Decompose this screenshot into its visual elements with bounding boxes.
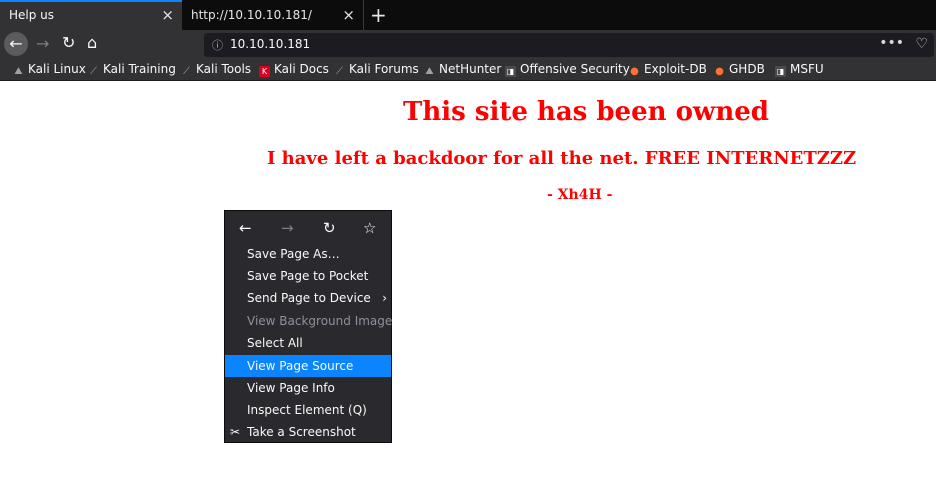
- msfu-icon: ◨: [775, 66, 786, 77]
- menu-item-label: View Page Info: [247, 381, 335, 395]
- bookmark-label: Exploit-DB: [644, 62, 707, 76]
- menu-item-inspect-element[interactable]: Inspect Element (Q): [225, 399, 391, 421]
- url-bar[interactable]: ⓘ 10.10.10.181 ••• ♡: [204, 33, 934, 57]
- bookmark-label: Offensive Security: [520, 62, 630, 76]
- offsec-icon: ◨: [505, 66, 516, 77]
- nethunter-icon: ⛰: [425, 66, 434, 77]
- exploitdb-icon: ●: [630, 66, 639, 77]
- kali-docs-icon: K: [259, 66, 270, 77]
- menu-item-save-to-pocket[interactable]: Save Page to Pocket: [225, 265, 391, 287]
- bookmark-label: Kali Linux: [28, 62, 86, 76]
- menu-item-save-page-as[interactable]: Save Page As…: [225, 243, 391, 265]
- menu-item-send-to-device[interactable]: Send Page to Device ›: [225, 287, 391, 309]
- close-icon[interactable]: ×: [161, 6, 174, 24]
- url-text[interactable]: 10.10.10.181: [230, 37, 310, 51]
- tab-help-us[interactable]: Help us ×: [0, 0, 182, 30]
- tab-title: Help us: [9, 8, 55, 22]
- back-icon[interactable]: ←: [239, 219, 252, 237]
- bookmark-kali-docs[interactable]: K Kali Docs: [259, 62, 329, 77]
- reload-icon[interactable]: ↻: [323, 219, 336, 237]
- menu-item-label: Save Page As…: [247, 247, 340, 261]
- menu-item-label: Save Page to Pocket: [247, 269, 369, 283]
- kali-dragon-icon: ⟋: [90, 66, 97, 77]
- bookmark-label: Kali Docs: [274, 62, 329, 76]
- tab-title: http://10.10.10.181/: [191, 8, 312, 22]
- scissors-icon: ✂: [230, 425, 241, 439]
- site-info-icon[interactable]: ⓘ: [212, 37, 223, 53]
- bookmark-nethunter[interactable]: ⛰ NetHunter: [424, 62, 501, 77]
- menu-item-view-background-image: View Background Image: [225, 310, 393, 332]
- bookmark-kali-forums[interactable]: ⟋ Kali Forums: [334, 62, 419, 77]
- page-signature: - Xh4H -: [547, 187, 613, 203]
- bookmark-label: Kali Training: [103, 62, 176, 76]
- bookmark-msfu[interactable]: ◨ MSFU: [775, 62, 824, 77]
- menu-item-label: Take a Screenshot: [247, 425, 356, 439]
- close-icon[interactable]: ×: [342, 6, 355, 24]
- page-content: This site has been owned I have left a b…: [0, 81, 936, 502]
- menu-item-label: Select All: [247, 336, 303, 350]
- kali-dragon-icon: ⟋: [183, 66, 190, 77]
- bookmark-kali-training[interactable]: ⟋ Kali Training: [88, 62, 176, 77]
- tab-bar: Help us × http://10.10.10.181/ × +: [0, 0, 936, 30]
- back-icon[interactable]: ←: [4, 32, 28, 56]
- bookmark-label: Kali Forums: [349, 62, 419, 76]
- bookmark-kali-tools[interactable]: ⟋ Kali Tools: [181, 62, 251, 77]
- bookmark-ghdb[interactable]: ● GHDB: [714, 62, 765, 77]
- bookmark-label: Kali Tools: [196, 62, 252, 76]
- ghdb-icon: ●: [715, 66, 724, 77]
- menu-item-label: Inspect Element (Q): [247, 403, 367, 417]
- kali-dragon-icon: ⛰: [14, 66, 23, 77]
- menu-item-take-screenshot[interactable]: ✂ Take a Screenshot: [225, 421, 391, 443]
- pocket-icon[interactable]: ♡: [915, 36, 928, 52]
- chevron-right-icon: ›: [382, 291, 387, 305]
- forward-icon[interactable]: →: [281, 219, 294, 237]
- menu-item-label: Send Page to Device: [247, 291, 371, 305]
- bookmark-star-icon[interactable]: ☆: [363, 219, 376, 237]
- bookmarks-toolbar: ⛰ Kali Linux ⟋ Kali Training ⟋ Kali Tools K…: [0, 59, 936, 81]
- home-icon[interactable]: ⌂: [87, 35, 97, 51]
- menu-item-label: View Background Image: [247, 314, 393, 328]
- page-heading: This site has been owned: [403, 97, 769, 127]
- bookmark-label: NetHunter: [439, 62, 502, 76]
- menu-item-label: View Page Source: [247, 359, 354, 373]
- page-actions-icon[interactable]: •••: [879, 35, 904, 51]
- bookmark-label: GHDB: [729, 62, 765, 76]
- kali-dragon-icon: ⟋: [336, 66, 343, 77]
- bookmark-exploit-db[interactable]: ● Exploit-DB: [629, 62, 707, 77]
- reload-icon[interactable]: ↻: [62, 35, 75, 51]
- menu-item-view-page-info[interactable]: View Page Info: [225, 377, 391, 399]
- menu-item-view-page-source[interactable]: View Page Source: [225, 355, 391, 377]
- new-tab-icon[interactable]: +: [370, 3, 387, 27]
- forward-icon[interactable]: →: [36, 36, 49, 52]
- tab-ip-address[interactable]: http://10.10.10.181/ ×: [182, 0, 364, 30]
- bookmark-label: MSFU: [790, 62, 824, 76]
- bookmark-offensive-security[interactable]: ◨ Offensive Security: [505, 62, 630, 77]
- context-menu: ← → ↻ ☆ Save Page As… Save Page to Pocke…: [224, 210, 392, 443]
- page-subheading: I have left a backdoor for all the net. …: [267, 148, 857, 169]
- bookmark-kali-linux[interactable]: ⛰ Kali Linux: [13, 62, 86, 77]
- menu-item-select-all[interactable]: Select All: [225, 332, 391, 354]
